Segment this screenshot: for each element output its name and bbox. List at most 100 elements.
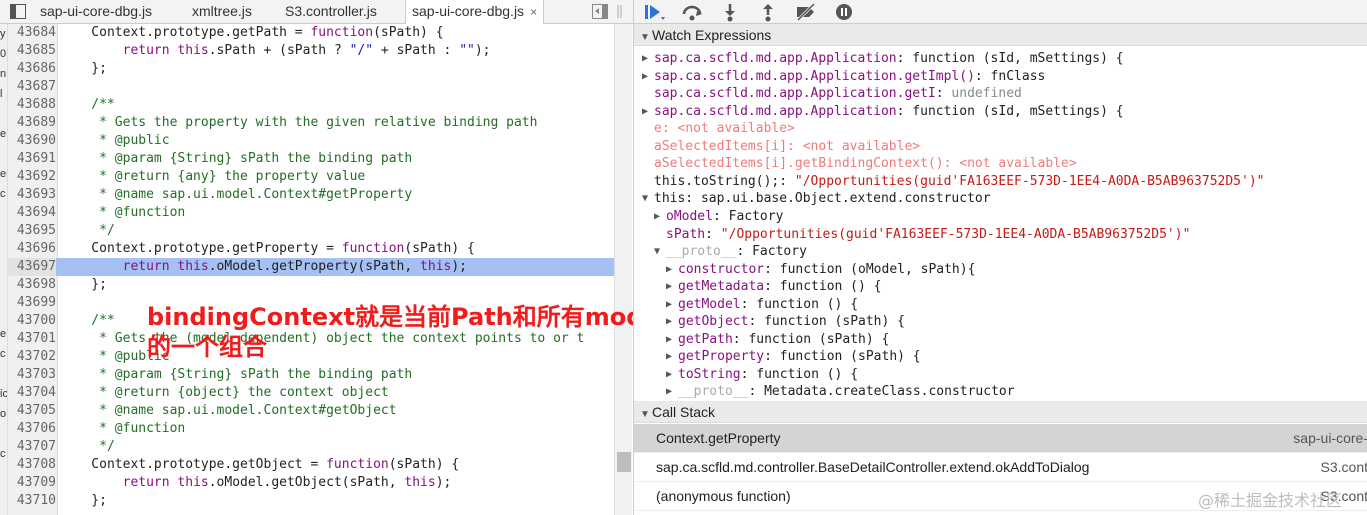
tab-xmltree[interactable]: xmltree.js bbox=[186, 0, 258, 24]
line-number[interactable]: 43699 bbox=[8, 294, 56, 312]
watch-expression-row[interactable]: ▶ constructor: function (oModel, sPath){ bbox=[634, 261, 1367, 279]
line-number[interactable]: 43705 bbox=[8, 402, 56, 420]
expand-triangle-icon[interactable]: ▶ bbox=[666, 296, 676, 314]
line-number[interactable]: 43689 bbox=[8, 114, 56, 132]
line-number[interactable]: 43704 bbox=[8, 384, 56, 402]
expand-triangle-icon[interactable]: ▶ bbox=[642, 68, 652, 86]
watch-expression-row[interactable]: sap.ca.scfld.md.app.Application.getI: un… bbox=[634, 85, 1367, 103]
watch-expression-row[interactable]: this.toString();: "/Opportunities(guid'F… bbox=[634, 173, 1367, 191]
scrollbar-thumb[interactable] bbox=[617, 452, 631, 472]
watch-expression-row[interactable]: ▶ sap.ca.scfld.md.app.Application.getImpl… bbox=[634, 68, 1367, 86]
watch-expression-row[interactable]: e: <not available> bbox=[634, 120, 1367, 138]
panel-split-icon[interactable] bbox=[592, 4, 608, 19]
watch-expression-row[interactable]: ▶ getMetadata: function () { bbox=[634, 278, 1367, 296]
line-number[interactable]: 43686 bbox=[8, 60, 56, 78]
code-line[interactable]: 43693 * @name sap.ui.model.Context#getPr… bbox=[8, 186, 614, 204]
line-number[interactable]: 43700 bbox=[8, 312, 56, 330]
code-line[interactable]: 43684 Context.prototype.getPath = functi… bbox=[8, 24, 614, 42]
code-line[interactable]: 43686 }; bbox=[8, 60, 614, 78]
line-number[interactable]: 43707 bbox=[8, 438, 56, 456]
line-number[interactable]: 43691 bbox=[8, 150, 56, 168]
expand-triangle-icon[interactable]: ▶ bbox=[666, 278, 676, 296]
code-line[interactable]: 43691 * @param {String} sPath the bindin… bbox=[8, 150, 614, 168]
expand-triangle-icon[interactable]: ▶ bbox=[666, 261, 676, 279]
line-number[interactable]: 43702 bbox=[8, 348, 56, 366]
code-line[interactable]: 43689 * Gets the property with the given… bbox=[8, 114, 614, 132]
line-number[interactable]: 43687 bbox=[8, 78, 56, 96]
expand-triangle-icon[interactable]: ▶ bbox=[666, 313, 676, 331]
call-stack-frame[interactable]: Context.getProperty sap-ui-core- bbox=[634, 424, 1367, 453]
watch-expression-row[interactable]: ▶ getProperty: function (sPath) { bbox=[634, 348, 1367, 366]
line-number[interactable]: 43696 bbox=[8, 240, 56, 258]
frame-location[interactable]: sap-ui-core- bbox=[1293, 424, 1367, 452]
expand-triangle-icon[interactable]: ▶ bbox=[666, 331, 676, 349]
watch-expression-row[interactable]: ▶ oModel: Factory bbox=[634, 208, 1367, 226]
code-line[interactable]: 43707 */ bbox=[8, 438, 614, 456]
watch-expression-row[interactable]: ▶ sap.ca.scfld.md.app.Application: functi… bbox=[634, 50, 1367, 68]
line-number[interactable]: 43693 bbox=[8, 186, 56, 204]
call-stack-header[interactable]: ▼ Call Stack bbox=[634, 401, 1367, 423]
code-line[interactable]: 43705 * @name sap.ui.model.Context#getOb… bbox=[8, 402, 614, 420]
watch-expression-row[interactable]: aSelectedItems[i]: <not available> bbox=[634, 138, 1367, 156]
watch-expression-row[interactable]: sPath: "/Opportunities(guid'FA163EEF-573… bbox=[634, 226, 1367, 244]
expand-triangle-icon[interactable]: ▶ bbox=[642, 50, 652, 68]
line-number[interactable]: 43698 bbox=[8, 276, 56, 294]
line-number[interactable]: 43706 bbox=[8, 420, 56, 438]
line-number[interactable]: 43690 bbox=[8, 132, 56, 150]
code-line[interactable]: 43704 * @return {object} the context obj… bbox=[8, 384, 614, 402]
resume-icon[interactable] bbox=[642, 2, 666, 22]
line-number[interactable]: 43701 bbox=[8, 330, 56, 348]
code-line[interactable]: 43709 return this.oModel.getObject(sPath… bbox=[8, 474, 614, 492]
line-number[interactable]: 43688 bbox=[8, 96, 56, 114]
pause-on-exceptions-icon[interactable] bbox=[832, 2, 856, 22]
code-editor[interactable]: 43684 Context.prototype.getPath = functi… bbox=[8, 24, 614, 515]
line-number[interactable]: 43695 bbox=[8, 222, 56, 240]
watch-expressions-header[interactable]: ▼ Watch Expressions bbox=[634, 24, 1367, 46]
line-number[interactable]: 43710 bbox=[8, 492, 56, 510]
sidebar-toggle-icon[interactable] bbox=[10, 4, 26, 19]
code-line[interactable]: 43690 * @public bbox=[8, 132, 614, 150]
line-number[interactable]: 43694 bbox=[8, 204, 56, 222]
step-into-icon[interactable] bbox=[718, 2, 742, 22]
code-line[interactable]: 43692 * @return {any} the property value bbox=[8, 168, 614, 186]
editor-scrollbar[interactable] bbox=[614, 24, 632, 515]
tab-sap-ui-core-dbg-1[interactable]: sap-ui-core-dbg.js bbox=[34, 0, 158, 24]
deactivate-breakpoints-icon[interactable] bbox=[794, 2, 818, 22]
expand-triangle-icon[interactable]: ▶ bbox=[654, 208, 664, 226]
watch-expression-row[interactable]: ▶ __proto__: Metadata.createClass.constru… bbox=[634, 383, 1367, 401]
step-out-icon[interactable] bbox=[756, 2, 780, 22]
code-line[interactable]: 43695 */ bbox=[8, 222, 614, 240]
code-line-current[interactable]: 43697 return this.oModel.getProperty(sPa… bbox=[8, 258, 614, 276]
code-line[interactable]: 43708 Context.prototype.getObject = func… bbox=[8, 456, 614, 474]
watch-expression-row[interactable]: ▶ getObject: function (sPath) { bbox=[634, 313, 1367, 331]
collapse-triangle-icon[interactable]: ▼ bbox=[640, 27, 652, 49]
call-stack-frame[interactable]: sap.ca.scfld.md.controller.BaseDetailCon… bbox=[634, 453, 1367, 482]
line-number[interactable]: 43692 bbox=[8, 168, 56, 186]
expand-triangle-icon[interactable]: ▶ bbox=[666, 383, 676, 401]
line-number[interactable]: 43708 bbox=[8, 456, 56, 474]
code-line[interactable]: 43698 }; bbox=[8, 276, 614, 294]
expand-triangle-icon[interactable]: ▶ bbox=[642, 103, 652, 121]
watch-expression-row[interactable]: ▼ this: sap.ui.base.Object.extend.constru… bbox=[634, 190, 1367, 208]
watch-expression-row[interactable]: ▶ getModel: function () { bbox=[634, 296, 1367, 314]
step-over-icon[interactable] bbox=[680, 2, 704, 22]
collapse-triangle-icon[interactable]: ▼ bbox=[640, 404, 652, 426]
tab-s3-controller[interactable]: S3.controller.js bbox=[279, 0, 383, 24]
code-line[interactable]: 43710 }; bbox=[8, 492, 614, 510]
line-number[interactable]: 43684 bbox=[8, 24, 56, 42]
line-number[interactable]: 43685 bbox=[8, 42, 56, 60]
line-number[interactable]: 43697 bbox=[8, 258, 56, 276]
code-line[interactable]: 43687 bbox=[8, 78, 614, 96]
watch-expression-row[interactable]: ▶ getPath: function (sPath) { bbox=[634, 331, 1367, 349]
code-line[interactable]: 43703 * @param {String} sPath the bindin… bbox=[8, 366, 614, 384]
line-number[interactable]: 43709 bbox=[8, 474, 56, 492]
expand-triangle-icon[interactable]: ▶ bbox=[666, 366, 676, 384]
line-number[interactable]: 43703 bbox=[8, 366, 56, 384]
watch-expression-row[interactable]: ▶ sap.ca.scfld.md.app.Application: functi… bbox=[634, 103, 1367, 121]
watch-expression-row[interactable]: ▶ toString: function () { bbox=[634, 366, 1367, 384]
code-line[interactable]: 43685 return this.sPath + (sPath ? "/" +… bbox=[8, 42, 614, 60]
code-line[interactable]: 43688 /** bbox=[8, 96, 614, 114]
collapse-triangle-icon[interactable]: ▼ bbox=[642, 190, 652, 208]
code-line[interactable]: 43694 * @function bbox=[8, 204, 614, 222]
code-line[interactable]: 43706 * @function bbox=[8, 420, 614, 438]
